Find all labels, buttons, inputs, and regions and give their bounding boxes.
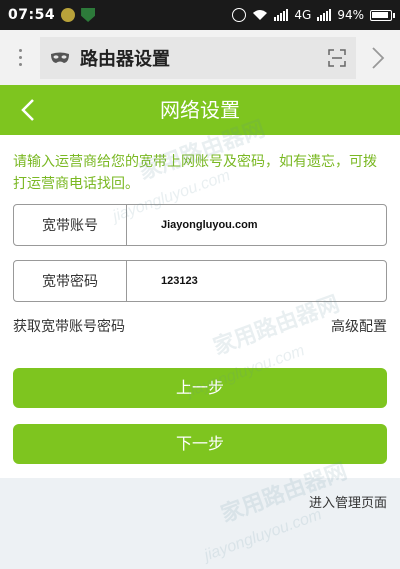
prev-button[interactable]: 上一步 bbox=[13, 368, 387, 408]
menu-icon[interactable] bbox=[0, 30, 40, 85]
network-type: 4G bbox=[294, 8, 312, 22]
advanced-config-link[interactable]: 高级配置 bbox=[331, 316, 387, 336]
page-header: 网络设置 bbox=[0, 85, 400, 135]
browser-toolbar: 路由器设置 bbox=[0, 30, 400, 85]
password-field: 宽带密码 bbox=[13, 260, 387, 302]
password-label: 宽带密码 bbox=[14, 261, 127, 301]
get-account-link[interactable]: 获取宽带账号密码 bbox=[13, 316, 125, 336]
header-title: 网络设置 bbox=[160, 98, 240, 122]
status-bar: 07:54 4G 94% bbox=[0, 0, 400, 30]
admin-page-link[interactable]: 进入管理页面 bbox=[309, 492, 387, 511]
footer: 进入管理页面 bbox=[0, 478, 400, 569]
signal-icon-2 bbox=[317, 9, 332, 21]
alarm-icon bbox=[232, 8, 247, 22]
scan-icon[interactable] bbox=[328, 48, 346, 67]
shield-icon bbox=[81, 8, 96, 22]
password-input[interactable] bbox=[127, 261, 386, 301]
account-label: 宽带账号 bbox=[14, 205, 127, 245]
status-time: 07:54 bbox=[8, 7, 56, 23]
signal-icon bbox=[274, 9, 289, 21]
account-input[interactable] bbox=[127, 205, 386, 245]
wifi-icon bbox=[253, 10, 268, 20]
account-field: 宽带账号 bbox=[13, 204, 387, 246]
battery-icon bbox=[370, 9, 395, 21]
battery-percent: 94% bbox=[337, 8, 364, 22]
next-button[interactable]: 下一步 bbox=[13, 424, 387, 464]
instructions-text: 请输入运营商给您的宽带上网账号及密码，如有遗忘，可拨打运营商电话找回。 bbox=[13, 154, 377, 192]
mask-icon bbox=[51, 52, 69, 63]
address-bar[interactable]: 路由器设置 bbox=[40, 36, 356, 79]
notification-app-icon bbox=[61, 8, 76, 22]
page-title: 路由器设置 bbox=[80, 48, 170, 70]
forward-icon[interactable] bbox=[356, 30, 400, 85]
